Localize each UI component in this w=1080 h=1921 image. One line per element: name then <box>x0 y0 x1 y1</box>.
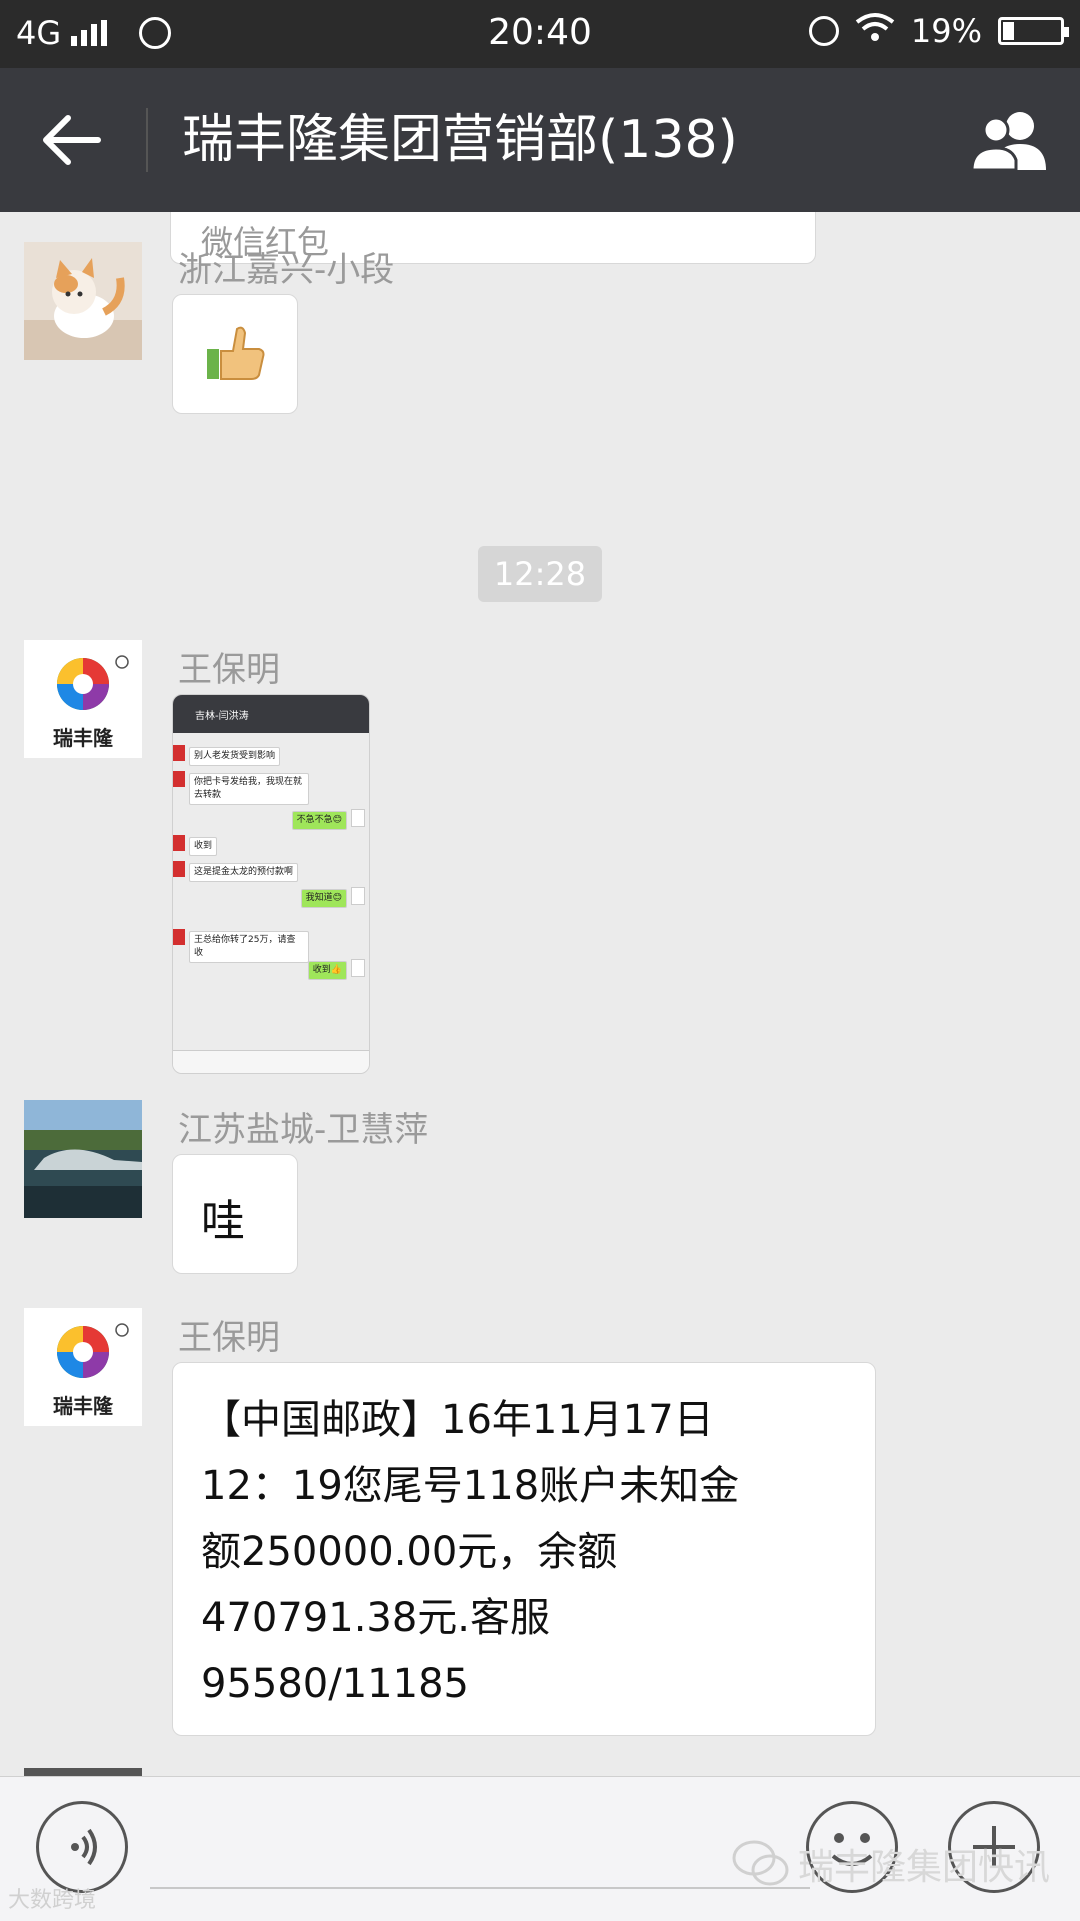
message-text: 哇 <box>201 1196 245 1247</box>
voice-icon[interactable] <box>36 1801 128 1893</box>
screenshot-avatar-other <box>173 835 185 851</box>
back-arrow-icon[interactable] <box>40 112 104 168</box>
screenshot-message-left: 你把卡号发给我，我现在就去转款 <box>189 773 309 805</box>
wechat-icon <box>732 1840 789 1886</box>
screenshot-avatar-self <box>351 887 365 905</box>
screenshot-message-left: 王总给你转了25万，请查收 <box>189 931 309 963</box>
emoji-bubble[interactable] <box>172 294 298 414</box>
screenshot-avatar-other <box>173 771 185 787</box>
sender-name: 浙江嘉兴-小段 <box>178 250 395 290</box>
screenshot-input-bar <box>173 1050 369 1073</box>
time-divider: 12:28 <box>478 546 602 602</box>
screenshot-avatar-self <box>351 809 365 827</box>
avatar-company-logo[interactable]: 瑞丰隆 <box>24 1308 142 1426</box>
corner-watermark: 大数跨境 <box>8 1888 97 1913</box>
thumbs-up-icon <box>207 326 265 380</box>
screenshot-message-left: 别人老发货受到影响 <box>189 747 281 766</box>
screenshot-avatar-self <box>351 959 365 977</box>
avatar-company-logo[interactable]: 瑞丰隆 <box>24 640 142 758</box>
chat-header: 瑞丰隆集团营销部(138) <box>0 68 1080 212</box>
avatar-landscape[interactable] <box>24 1100 142 1218</box>
message-line: 额250000.00元，余额 <box>201 1529 618 1575</box>
chat-area[interactable]: 微信红包 浙江嘉兴-小段 12:28 瑞丰隆 王保明 吉林-闫洪涛 别人老发货受… <box>0 212 1080 1776</box>
battery-percent: 19% <box>910 12 982 50</box>
screenshot-header: 吉林-闫洪涛 <box>173 695 369 733</box>
text-bubble[interactable]: 【中国邮政】16年11月17日 12：19您尾号118账户未知金 额250000… <box>172 1362 876 1736</box>
message-line: 95580/11185 <box>201 1661 469 1707</box>
avatar-logo-text: 瑞丰隆 <box>53 726 113 750</box>
text-bubble[interactable]: 哇 <box>172 1154 298 1274</box>
screenshot-avatar-other <box>173 861 185 877</box>
next-message-avatar <box>24 1768 142 1776</box>
status-bar: 4G 20:40 19% <box>0 0 1080 68</box>
message-line: 12：19您尾号118账户未知金 <box>201 1463 740 1509</box>
avatar-logo-text: 瑞丰隆 <box>53 1394 113 1418</box>
screenshot-message-right: 我知道😊 <box>300 889 347 908</box>
screenshot-title: 吉林-闫洪涛 <box>195 711 249 722</box>
shared-screenshot-image[interactable]: 吉林-闫洪涛 别人老发货受到影响你把卡号发给我，我现在就去转款不急不急😊 收到这是… <box>172 694 370 1074</box>
chat-title: 瑞丰隆集团营销部(138) <box>182 110 738 170</box>
message-line: 【中国邮政】16年11月17日 <box>201 1397 714 1443</box>
alarm-icon <box>808 16 839 46</box>
avatar-cat[interactable] <box>24 242 142 360</box>
screenshot-avatar-other <box>173 745 185 761</box>
group-members-icon[interactable] <box>968 108 1052 172</box>
screenshot-message-left: 收到 <box>189 837 218 856</box>
screenshot-message-right: 收到👍 <box>307 961 347 980</box>
header-divider <box>146 108 148 172</box>
battery-icon <box>998 17 1069 45</box>
wifi-icon <box>855 12 895 50</box>
screenshot-message-left: 这是提金太龙的预付款啊 <box>189 863 299 882</box>
screenshot-message-right: 不急不急😊 <box>291 811 347 830</box>
watermark: 瑞丰隆集团快讯 <box>732 1838 1050 1890</box>
watermark-text: 瑞丰隆集团快讯 <box>797 1847 1050 1888</box>
message-input[interactable] <box>150 1887 810 1889</box>
message-text: 【中国邮政】16年11月17日 12：19您尾号118账户未知金 额250000… <box>201 1387 851 1717</box>
screenshot-avatar-other <box>173 929 185 945</box>
sender-name: 王保明 <box>178 1318 280 1358</box>
sender-name: 王保明 <box>178 650 280 690</box>
sender-name: 江苏盐城-卫慧萍 <box>178 1110 429 1150</box>
message-line: 470791.38元.客服 <box>201 1595 551 1641</box>
